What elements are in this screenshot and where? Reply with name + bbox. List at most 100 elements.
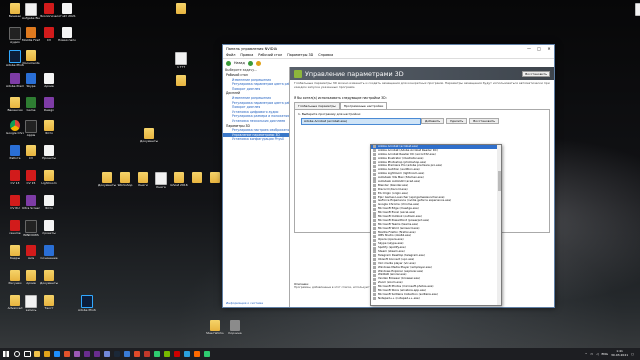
task-view-button[interactable] xyxy=(22,349,32,359)
desktop-icon[interactable] xyxy=(172,3,190,15)
menu-desktop[interactable]: Рабочий стол xyxy=(258,53,282,57)
desktop-icon[interactable]: Skype xyxy=(22,73,40,88)
program-select[interactable]: Adobe Acrobat (acrobat.exe) xyxy=(301,118,421,125)
dropdown-scrollbar[interactable] xyxy=(497,145,501,305)
volume-icon[interactable]: ◁ xyxy=(596,352,598,356)
taskbar-app-button[interactable] xyxy=(72,349,82,359)
taskbar-app-button[interactable] xyxy=(162,349,172,359)
menu-3d-settings[interactable]: Параметры 3D xyxy=(287,53,313,57)
tray-chevron-icon[interactable]: ^ xyxy=(585,352,588,356)
desktop-icon[interactable]: Adobe Photosh... xyxy=(78,295,96,312)
desktop-icon[interactable]: Фото xyxy=(40,195,58,210)
search-button[interactable] xyxy=(12,349,22,359)
restore-defaults-button[interactable]: Восстановить xyxy=(522,70,550,77)
desktop-icon[interactable]: Документы xyxy=(98,172,116,187)
desktop-icon[interactable]: Ultra Screen xyxy=(22,195,40,210)
taskbar-app-button[interactable] xyxy=(202,349,212,359)
desktop-icon[interactable]: проекты xyxy=(40,220,58,235)
desktop-icon[interactable]: запись xyxy=(22,295,40,312)
taskbar-app-button[interactable] xyxy=(152,349,162,359)
desktop-icon[interactable]: CV 15 xyxy=(22,170,40,185)
desktop-icon[interactable]: Книги xyxy=(134,172,152,187)
desktop-icon[interactable]: Design xyxy=(40,97,58,112)
taskbar-app-button[interactable] xyxy=(142,349,152,359)
menu-edit[interactable]: Правка xyxy=(240,53,253,57)
desktop-icon[interactable]: Проекты xyxy=(40,145,58,160)
desktop-icon[interactable]: Steel Workshop xyxy=(206,320,224,335)
tree-task-link[interactable]: Установка конфигурации PhysX xyxy=(223,137,289,142)
desktop-icon[interactable]: Текст xyxy=(40,295,58,310)
taskbar-app-button[interactable] xyxy=(132,349,142,359)
back-arrow-icon[interactable] xyxy=(226,60,231,66)
add-program-button[interactable]: Добавить xyxy=(421,118,445,124)
desktop-icon[interactable]: Экологический отчёт xyxy=(40,3,58,18)
tab-program-settings[interactable]: Программные настройки xyxy=(339,102,388,109)
desktop-icon[interactable]: Книга xyxy=(152,172,170,189)
taskbar-app-button[interactable] xyxy=(62,349,72,359)
desktop-icon[interactable]: Avis xyxy=(22,245,40,260)
start-button[interactable] xyxy=(0,348,12,360)
remove-program-button[interactable]: Удалить xyxy=(446,118,468,124)
desktop-icon[interactable] xyxy=(188,172,206,184)
tree-task-link[interactable]: Установка нескольких дисплеев xyxy=(223,119,289,124)
desktop-icon[interactable]: 1 Т?Т xyxy=(172,52,190,69)
clock[interactable]: 1:41 30.03.2021 xyxy=(611,350,628,357)
desktop-icon[interactable] xyxy=(172,75,190,87)
taskbar-app-button[interactable] xyxy=(122,349,132,359)
back-label[interactable]: Назад xyxy=(234,61,245,65)
taskbar-app-button[interactable] xyxy=(172,349,182,359)
system-info-link[interactable]: Информация о системе xyxy=(226,301,263,305)
desktop-icon[interactable] xyxy=(632,3,640,17)
program-dropdown-list[interactable]: Adobe Acrobat (acrobat.exe) Adobe Acrobat… xyxy=(370,144,502,306)
settings-tabs: Глобальные параметры Программные настрой… xyxy=(294,102,550,109)
program-icon xyxy=(373,172,376,176)
taskbar-app-button[interactable] xyxy=(102,349,112,359)
desktop-icon[interactable]: Lightroom xyxy=(40,170,58,185)
taskbar-app-button[interactable] xyxy=(52,349,62,359)
desktop-icon[interactable]: Game xyxy=(22,97,40,112)
dropdown-option[interactable]: Notepad++ (notepad++.exe) xyxy=(371,297,501,301)
folder-icon xyxy=(192,172,202,183)
desktop-icon[interactable]: CV xyxy=(22,145,40,160)
desktop-icon[interactable]: Новая папка xyxy=(58,27,76,42)
desktop-icon[interactable]: Documents xyxy=(22,50,40,65)
file-explorer-button[interactable] xyxy=(32,349,42,359)
desktop-icon[interactable]: Документы xyxy=(140,128,158,143)
desktop-icon[interactable]: CV xyxy=(40,27,58,42)
desktop-icon[interactable]: Mozilla Firefox xyxy=(22,27,40,42)
desktop-icon[interactable]: Архив xyxy=(22,270,40,285)
desktop-icon[interactable]: Apple xyxy=(22,120,40,137)
desktop-icon[interactable]: Ghost 2016 xyxy=(170,172,188,187)
program-icon xyxy=(373,145,376,149)
tab-global-settings[interactable]: Глобальные параметры xyxy=(294,102,340,109)
taskbar-app-button[interactable] xyxy=(182,349,192,359)
program-icon xyxy=(373,269,376,273)
desktop-icon[interactable]: Архив xyxy=(40,73,58,88)
restore-program-button[interactable]: Восстановить xyxy=(469,118,500,124)
menu-file[interactable]: Файл xyxy=(226,53,235,57)
taskbar-app-button[interactable] xyxy=(92,349,102,359)
title-bar[interactable]: Панель управления NVIDIA — □ ✕ xyxy=(223,45,554,52)
forward-arrow-icon[interactable] xyxy=(247,60,253,66)
desktop-icon[interactable]: Корзина xyxy=(226,320,244,335)
desktop-icon[interactable]: Aufgabe Buchung... xyxy=(22,3,40,20)
taskbar-app-button[interactable] xyxy=(82,349,92,359)
taskbar-app-button[interactable] xyxy=(42,349,52,359)
desktop-icon[interactable]: Сочинение xyxy=(40,245,58,260)
notifications-icon[interactable]: ▢ xyxy=(631,352,634,356)
desktop-icon[interactable]: отчёт 2021 xyxy=(58,3,76,18)
taskbar-app-button[interactable] xyxy=(192,349,202,359)
desktop-icon[interactable]: WINDOWS xyxy=(22,220,40,237)
language-indicator[interactable]: ENG xyxy=(602,352,608,356)
desktop-icon[interactable]: Документы xyxy=(40,270,58,285)
menu-help[interactable]: Справка xyxy=(318,53,333,57)
desktop-icon[interactable]: Workshop xyxy=(116,172,134,187)
maximize-button[interactable]: □ xyxy=(534,46,544,51)
network-icon[interactable]: ▭ xyxy=(590,352,593,356)
close-button[interactable]: ✕ xyxy=(544,46,554,51)
minimize-button[interactable]: — xyxy=(524,46,534,51)
scrollbar-thumb[interactable] xyxy=(497,171,501,191)
desktop-icon[interactable]: Фото xyxy=(40,120,58,135)
home-icon[interactable] xyxy=(255,60,261,66)
taskbar-app-button[interactable] xyxy=(112,349,122,359)
